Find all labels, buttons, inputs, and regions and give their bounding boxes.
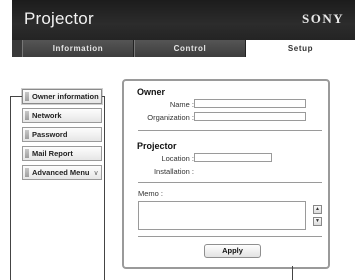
callout-line [292,266,293,280]
tab-information[interactable]: Information [22,40,134,57]
memo-label: Memo : [138,189,164,198]
sidebar-item-password[interactable]: Password [22,127,102,142]
chevron-down-icon: ∨ [93,170,99,177]
projector-section-title: Projector [137,141,177,151]
memo-textarea[interactable] [138,201,306,230]
divider [138,182,322,183]
installation-label: Installation : [153,167,194,176]
callout-line [102,96,105,97]
organization-field[interactable] [194,112,306,121]
sidebar-item-label: Advanced Menu [32,168,90,177]
organization-label: Organization : [147,113,194,122]
name-field[interactable] [194,99,306,108]
divider [138,236,322,237]
callout-line [10,96,22,97]
location-label: Location : [161,154,194,163]
sidebar-item-owner-information[interactable]: Owner information [22,89,102,104]
scroll-up-icon[interactable]: ▲ [313,205,322,214]
sidebar-item-advanced-menu[interactable]: Advanced Menu ∨ [22,165,102,180]
scroll-down-icon[interactable]: ▼ [313,217,322,226]
callout-line [10,96,11,280]
tab-setup[interactable]: Setup [246,40,355,58]
name-label: Name : [169,100,194,109]
brand-logo: SONY [302,11,345,26]
owner-section-title: Owner [137,87,166,97]
tab-control[interactable]: Control [134,40,246,57]
location-field[interactable] [194,153,272,162]
tab-bar: Information Control Setup [12,40,355,58]
app-title: Projector [24,9,94,28]
divider [138,130,322,131]
callout-line [104,96,105,280]
apply-button[interactable]: Apply [204,244,261,258]
sidebar-item-network[interactable]: Network [22,108,102,123]
app-header: Projector SONY [12,0,355,40]
sidebar-item-mail-report[interactable]: Mail Report [22,146,102,161]
owner-information-panel: Owner Name : Organization : Projector Lo… [122,79,330,269]
